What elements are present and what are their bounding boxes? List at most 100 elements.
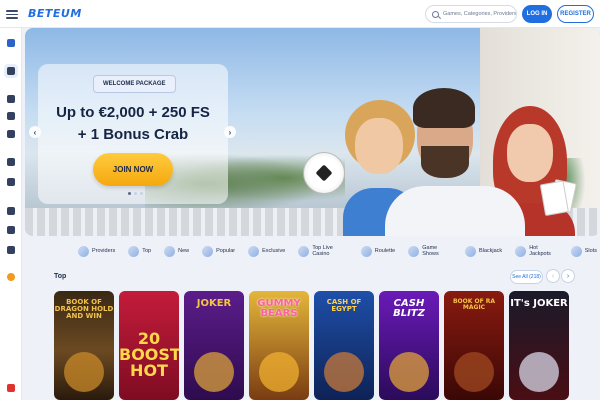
game-tile[interactable]: JOKER: [184, 291, 244, 400]
game-title: CASH BLITZ: [393, 298, 425, 319]
providers-icon: [78, 245, 89, 257]
game-title: BOOK OF DRAGON HOLD AND WIN: [54, 298, 114, 320]
category-label: Providers: [92, 248, 116, 254]
category-top[interactable]: Top: [125, 242, 154, 260]
category-label: New: [178, 248, 190, 254]
hero-man-hair: [413, 88, 475, 128]
category-bar: Providers Top New Popular Exclusive Top …: [75, 240, 600, 262]
game-title: GUMMY BEARS: [257, 298, 301, 319]
join-now-button[interactable]: JOIN NOW: [93, 153, 173, 186]
search-box[interactable]: [425, 5, 517, 23]
promo-headline-line2: + 1 Bonus Crab: [77, 126, 189, 143]
category-popular[interactable]: Popular: [199, 242, 238, 260]
category-label: Popular: [216, 248, 236, 254]
login-button[interactable]: LOG IN: [522, 5, 552, 23]
category-game-shows[interactable]: Game Shows: [405, 242, 455, 260]
game-title: CASH OF EGYPT: [326, 298, 362, 313]
game-tile[interactable]: IT's JOKER: [509, 291, 569, 400]
category-label: Blackjack: [478, 248, 503, 254]
game-art: [259, 352, 299, 392]
game-shows-icon: [408, 245, 420, 257]
game-tile[interactable]: BOOK OF DRAGON HOLD AND WIN: [54, 291, 114, 400]
hero-man-beard: [421, 146, 469, 178]
slots-icon: [570, 245, 582, 257]
game-tile[interactable]: GUMMY BEARS: [249, 291, 309, 400]
promo-card: WELCOME PACKAGE Up to €2,000 + 250 FS + …: [38, 64, 228, 204]
promotions-icon[interactable]: [7, 112, 15, 120]
game-tile[interactable]: CASH BLITZ: [379, 291, 439, 400]
category-roulette[interactable]: Roulette: [358, 242, 399, 260]
sports-icon[interactable]: [7, 95, 15, 103]
category-label: Game Shows: [422, 245, 439, 257]
game-art: [519, 352, 559, 392]
shop-icon[interactable]: [7, 226, 15, 234]
games-row: BOOK OF DRAGON HOLD AND WIN 20 BOOST HOT…: [54, 291, 569, 400]
live-casino-icon: [298, 245, 310, 257]
category-label: Exclusive: [262, 248, 286, 254]
tournaments-icon[interactable]: [7, 158, 15, 166]
game-tile[interactable]: 20 BOOST HOT: [119, 291, 179, 400]
soccer-ball-icon: [303, 152, 345, 194]
hero-pagination: [128, 192, 143, 195]
jackpot-icon: [515, 245, 527, 257]
casino-icon[interactable]: [7, 39, 15, 47]
see-all-button[interactable]: See All (218): [510, 270, 543, 284]
category-label: Slots: [584, 248, 597, 254]
game-art: [454, 352, 494, 392]
hero-dot[interactable]: [134, 192, 137, 195]
game-title: 20 BOOST HOT: [119, 329, 179, 380]
category-providers[interactable]: Providers: [75, 242, 118, 260]
bonus-icon[interactable]: [7, 273, 15, 281]
game-title: IT's JOKER: [510, 298, 568, 309]
category-label: Top: [142, 248, 152, 254]
promo-tag: WELCOME PACKAGE: [93, 75, 176, 93]
category-slots[interactable]: Slots: [568, 242, 600, 260]
section-title-top: Top: [54, 273, 67, 280]
game-art: [64, 352, 104, 392]
game-title: JOKER: [196, 298, 232, 309]
hero-man-body: [385, 186, 525, 236]
trophy-icon[interactable]: [7, 207, 15, 215]
game-tile[interactable]: BOOK OF RA MAGIC: [444, 291, 504, 400]
game-art: [194, 352, 234, 392]
exclusive-icon: [248, 245, 260, 257]
menu-icon[interactable]: [6, 8, 18, 20]
carousel-next-icon[interactable]: ›: [561, 269, 575, 283]
category-exclusive[interactable]: Exclusive: [245, 242, 288, 260]
top-bar: BETEUM LOG IN REGISTER: [0, 0, 600, 28]
category-label: Roulette: [374, 248, 396, 254]
games-icon[interactable]: [7, 178, 15, 186]
blackjack-icon: [464, 245, 476, 257]
roulette-icon: [360, 245, 372, 257]
game-art: [324, 352, 364, 392]
hero-next-arrow-icon[interactable]: ›: [224, 126, 236, 138]
game-tile[interactable]: CASH OF EGYPT: [314, 291, 374, 400]
carousel-prev-icon[interactable]: ‹: [546, 269, 560, 283]
search-input[interactable]: [443, 11, 516, 17]
category-blackjack[interactable]: Blackjack: [462, 242, 505, 260]
popular-icon: [202, 245, 214, 257]
hero-woman-redhead-face: [507, 124, 553, 182]
gift-icon[interactable]: [7, 246, 15, 254]
game-title: BOOK OF RA MAGIC: [452, 298, 496, 311]
live-casino-icon[interactable]: [7, 67, 15, 75]
site-logo[interactable]: BETEUM: [28, 7, 82, 20]
game-art: [389, 352, 429, 392]
register-button[interactable]: REGISTER: [557, 5, 594, 23]
hero-dot[interactable]: [140, 192, 143, 195]
category-top-live-casino[interactable]: Top Live Casino: [295, 242, 350, 260]
hero-dot[interactable]: [128, 192, 131, 195]
sidebar-rail: [0, 28, 22, 400]
hero-prev-arrow-icon[interactable]: ‹: [29, 126, 41, 138]
star-icon: [128, 245, 140, 257]
vip-icon[interactable]: [7, 130, 15, 138]
category-new[interactable]: New: [161, 242, 192, 260]
language-flag-icon[interactable]: [7, 384, 15, 392]
category-label: Hot Jackpots: [529, 245, 551, 257]
category-hot-jackpots[interactable]: Hot Jackpots: [512, 242, 561, 260]
search-icon: [432, 10, 439, 18]
new-icon: [164, 245, 176, 257]
hero-woman-blonde-face: [355, 118, 403, 174]
promo-headline-line1: Up to €2,000 + 250 FS: [56, 104, 210, 121]
category-label: Top Live Casino: [312, 245, 333, 257]
